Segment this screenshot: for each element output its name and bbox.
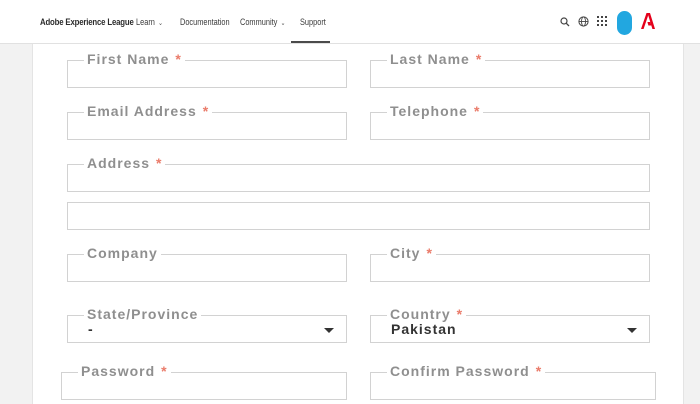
confirm-password-label: Confirm Password *: [387, 363, 546, 379]
password-label: Password *: [78, 363, 171, 379]
email-label: Email Address *: [84, 103, 213, 119]
nav-support-label: Support: [300, 17, 326, 27]
state-select[interactable]: State/Province -: [67, 306, 347, 343]
brand-title[interactable]: Adobe Experience League: [40, 17, 134, 28]
dropdown-caret-icon: [627, 328, 637, 333]
nav-documentation-label: Documentation: [180, 17, 230, 27]
country-select[interactable]: Country * Pakistan: [370, 306, 650, 343]
state-value: -: [88, 321, 94, 337]
city-label: City *: [387, 245, 436, 261]
apps-grid-icon[interactable]: [597, 16, 607, 26]
last-name-field[interactable]: Last Name *: [370, 51, 650, 88]
address-field[interactable]: Address *: [67, 155, 650, 192]
first-name-label: First Name *: [84, 51, 185, 67]
company-field[interactable]: Company: [67, 245, 347, 282]
nav-community-label: Community: [240, 17, 278, 27]
registration-form: First Name * Last Name * Email Address * Te…: [32, 44, 684, 404]
required-marker: *: [156, 155, 163, 171]
required-marker: *: [456, 306, 464, 322]
confirm-password-field[interactable]: Confirm Password *: [370, 363, 656, 400]
required-marker: *: [426, 245, 433, 261]
top-navigation-bar: Adobe Experience League Learn ⌄ Documenta…: [0, 0, 700, 44]
telephone-label: Telephone *: [387, 103, 484, 119]
nav-learn[interactable]: Learn ⌄: [136, 17, 163, 27]
company-label: Company: [84, 245, 161, 261]
state-label: State/Province: [84, 306, 202, 322]
password-field[interactable]: Password *: [61, 363, 347, 400]
globe-icon[interactable]: [578, 16, 589, 27]
nav-learn-label: Learn: [136, 17, 155, 27]
nav-documentation[interactable]: Documentation: [180, 17, 230, 27]
address-label: Address *: [84, 155, 166, 171]
required-marker: *: [202, 103, 210, 119]
chevron-down-icon: ⌄: [158, 20, 163, 27]
first-name-field[interactable]: First Name *: [67, 51, 347, 88]
nav-community[interactable]: Community ⌄: [240, 17, 285, 27]
active-tab-indicator: [291, 41, 330, 43]
required-marker: *: [161, 363, 168, 379]
adobe-logo-icon[interactable]: [641, 12, 655, 30]
country-label: Country *: [387, 306, 467, 322]
email-field[interactable]: Email Address *: [67, 103, 347, 140]
address-line-2-field[interactable]: [67, 202, 650, 230]
chevron-down-icon: ⌄: [280, 20, 286, 27]
required-marker: *: [473, 103, 481, 119]
required-marker: *: [475, 51, 483, 67]
required-marker: *: [175, 51, 182, 67]
search-icon[interactable]: [560, 17, 570, 27]
last-name-label: Last Name *: [387, 51, 486, 67]
city-field[interactable]: City *: [370, 245, 650, 282]
nav-support[interactable]: Support: [300, 17, 326, 27]
country-value: Pakistan: [391, 321, 457, 337]
dropdown-caret-icon: [324, 328, 334, 333]
avatar[interactable]: [617, 11, 632, 35]
required-marker: *: [535, 363, 543, 379]
telephone-field[interactable]: Telephone *: [370, 103, 650, 140]
